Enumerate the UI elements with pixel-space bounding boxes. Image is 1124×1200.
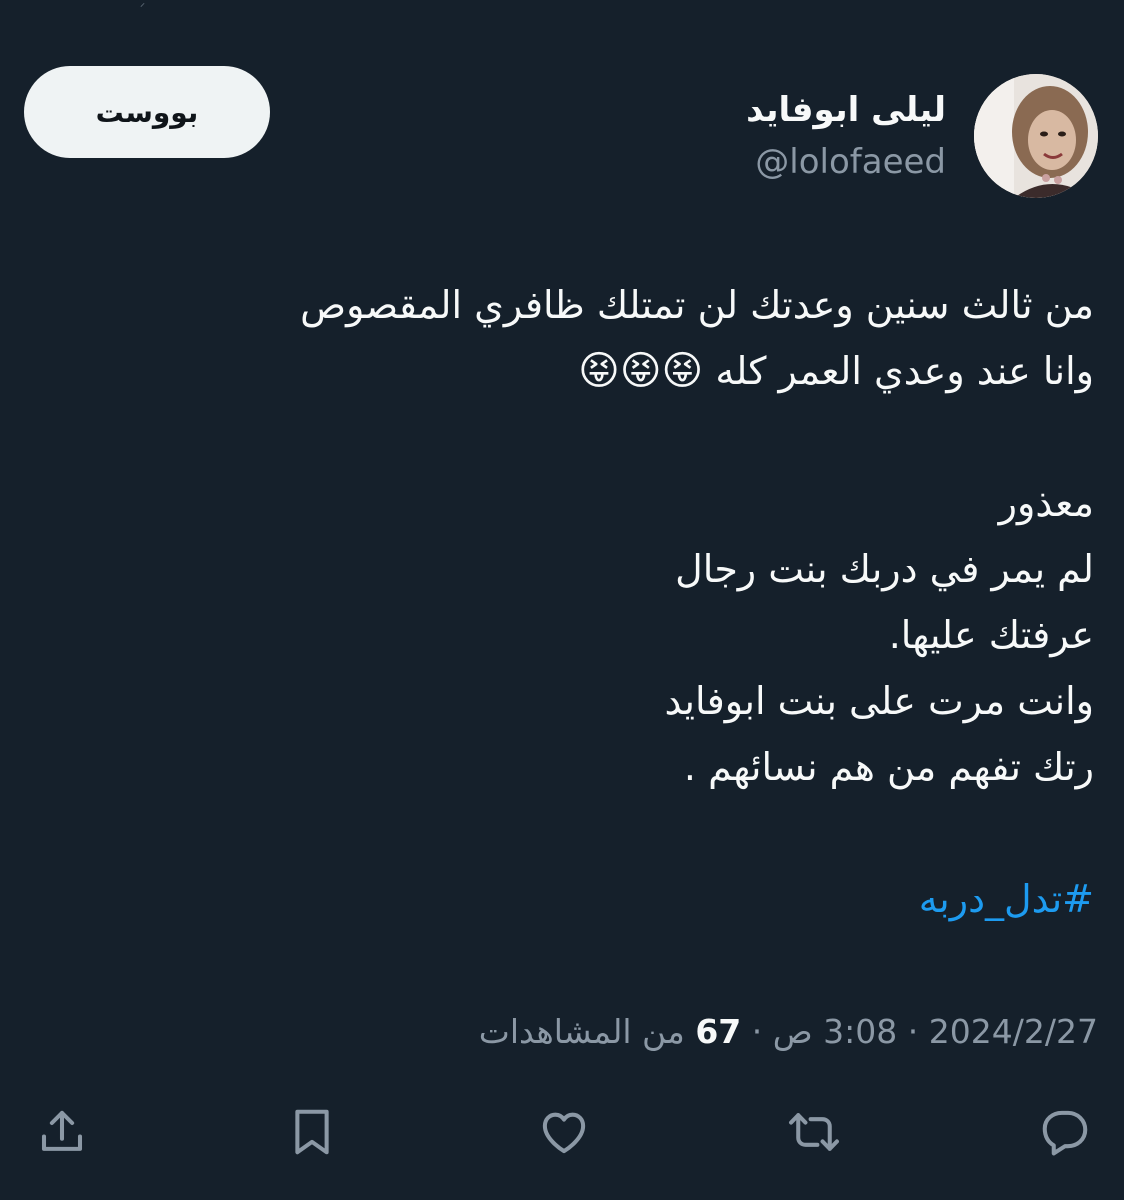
tweet-line: عرفتك عليها.: [888, 613, 1094, 657]
like-button[interactable]: [534, 1102, 594, 1162]
user-info[interactable]: ليلى ابوفايد @lolofaeed: [746, 88, 946, 186]
display-name[interactable]: ليلى ابوفايد: [746, 88, 946, 132]
reply-icon: [1042, 1110, 1088, 1156]
tweet-line: وانا عند وعدي العمر كله 😝😝😝: [34, 338, 1094, 404]
repost-icon: [789, 1113, 839, 1151]
tweet-line: لم يمر في دربك بنت رجال: [675, 547, 1094, 591]
repost-button[interactable]: [784, 1102, 844, 1162]
tweet-line: من ثالث سنين وعدتك لن تمتلك ظافري المقصو…: [300, 283, 1094, 327]
hashtag-link[interactable]: #تدل_دربه: [919, 877, 1094, 921]
tweet-line: رتك تفهم من هم نسائهم .: [683, 745, 1094, 789]
boost-button[interactable]: بووست: [24, 66, 270, 158]
tweet-line: معذور: [998, 481, 1094, 525]
share-icon: [41, 1110, 83, 1151]
user-handle[interactable]: @lolofaeed: [746, 138, 946, 186]
views-count[interactable]: 67: [695, 1012, 741, 1051]
views-label[interactable]: من المشاهدات: [479, 1012, 685, 1051]
tweet-line: وانت مرت على بنت ابوفايد: [664, 679, 1094, 723]
tweet-line-text: وانا عند وعدي العمر كله: [715, 349, 1094, 393]
status-remnant: ⸝: [140, 0, 145, 9]
avatar[interactable]: [974, 74, 1098, 198]
tweet-line: #تدل_دربه: [34, 866, 1094, 932]
action-bar: [30, 1102, 1094, 1162]
meta-separator: ·: [751, 1012, 763, 1051]
bookmark-icon: [295, 1109, 329, 1155]
tweet-time[interactable]: 3:08 ص: [773, 1012, 898, 1051]
share-button[interactable]: [32, 1102, 92, 1162]
squinting-tongue-emoji: 😝😝😝: [578, 348, 704, 394]
avatar-photo: [974, 74, 1098, 198]
tweet-date[interactable]: 2024/2/27: [929, 1012, 1098, 1051]
meta-separator: ·: [907, 1012, 919, 1051]
tweet-meta: 2024/2/27 · 3:08 ص · 67 من المشاهدات: [479, 1004, 1098, 1060]
tweet-text: من ثالث سنين وعدتك لن تمتلك ظافري المقصو…: [34, 272, 1094, 932]
bookmark-button[interactable]: [282, 1102, 342, 1162]
heart-icon: [542, 1112, 586, 1154]
reply-button[interactable]: [1035, 1102, 1095, 1162]
tweet-detail-page: ⸝ ليلى ابوفايد @lolofaeed بووست من ثالث …: [0, 0, 1124, 1200]
